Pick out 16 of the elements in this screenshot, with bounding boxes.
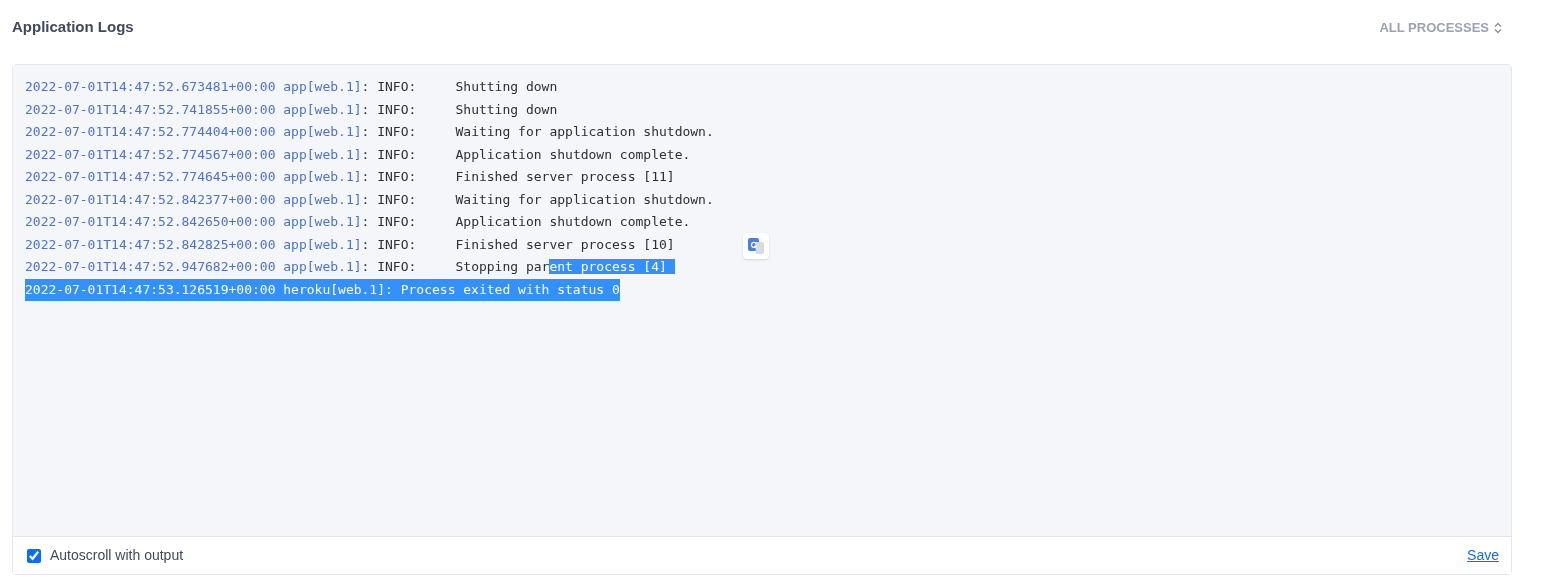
log-line: 2022-07-01T14:47:52.741855+00:00 app[web.1]: INFO: Shutting down: [25, 100, 558, 119]
section-title: Application Logs: [12, 17, 134, 38]
sort-chevrons-icon: [1493, 21, 1503, 34]
save-link[interactable]: Save: [1467, 545, 1499, 566]
log-line: 2022-07-01T14:47:52.842377+00:00 app[web.1]: INFO: Waiting for application shutdown.: [25, 190, 714, 209]
log-line: 2022-07-01T14:47:52.842825+00:00 app[web.1]: INFO: Finished server process [10]: [25, 235, 675, 254]
log-line: 2022-07-01T14:47:52.774404+00:00 app[web.1]: INFO: Waiting for application shutdown.: [25, 123, 714, 141]
log-line: 2022-07-01T14:47:52.947682+00:00 app[web.1]: INFO: Stopping parent process [4]: [25, 256, 675, 279]
log-line: 2022-07-01T14:47:52.774645+00:00 app[web.1]: INFO: Finished server process [11]: [25, 168, 675, 186]
log-line: 2022-07-01T14:47:52.842650+00:00 app[web.1]: INFO: Application shutdown complete.: [25, 213, 691, 231]
log-line: 2022-07-01T14:47:52.673481+00:00 app[web.1]: INFO: Shutting down: [25, 78, 558, 96]
log-line: 2022-07-01T14:47:52.774567+00:00 app[web.1]: INFO: Application shutdown complete.: [25, 145, 691, 164]
autoscroll-checkbox[interactable]: [27, 548, 41, 563]
autoscroll-label: Autoscroll with output: [50, 546, 184, 565]
translate-icon[interactable]: [743, 233, 769, 259]
process-filter-dropdown[interactable]: ALL PROCESSES: [1379, 17, 1503, 38]
